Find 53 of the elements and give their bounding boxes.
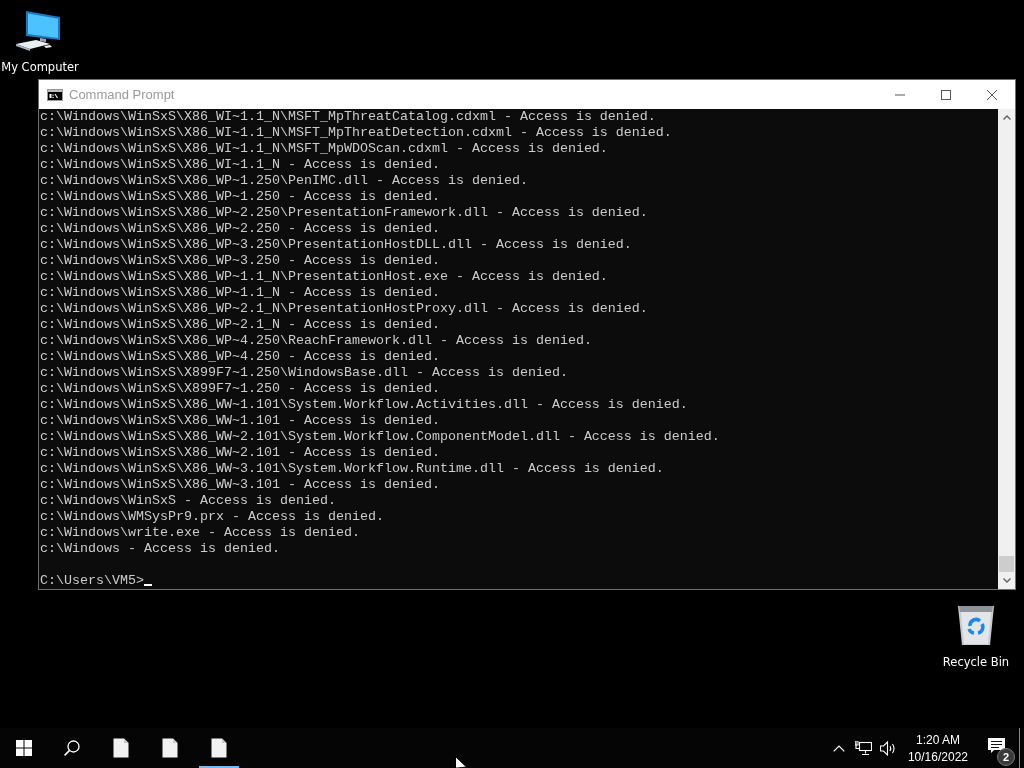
notification-icon xyxy=(987,738,1005,754)
notification-badge: 2 xyxy=(997,748,1015,766)
window-title: Command Prompt xyxy=(69,87,176,102)
console-line: c:\Windows\WinSxS\X86_WI~1.1_N\MSFT_MpThreatCatalog.cdxml - Access is denied. xyxy=(40,109,656,125)
console-line: c:\Windows\WinSxS\X899F7~1.250\WindowsBase.dll - Access is denied. xyxy=(40,365,568,381)
console-line: c:\Windows\WMSysPr9.prx - Access is denied. xyxy=(40,509,384,525)
scrollbar-thumb[interactable] xyxy=(999,556,1014,572)
action-center-button[interactable]: 2 xyxy=(974,728,1018,768)
network-icon xyxy=(854,740,872,756)
computer-icon xyxy=(16,11,60,51)
console-line: c:\Windows\WinSxS\X86_WW~2.101\System.Workflow.ComponentModel.dll - Access is denied. xyxy=(40,429,720,445)
desktop-shortcut[interactable]: Recycle Bin xyxy=(940,602,1012,669)
console-line: c:\Windows\WinSxS\X86_WP~2.250 - Access is denied. xyxy=(40,221,440,237)
console-line: c:\Windows\WinSxS - Access is denied. xyxy=(40,493,336,509)
console-line: c:\Windows\WinSxS\X86_WP~1.1_N - Access is denied. xyxy=(40,285,440,301)
console-line: c:\Windows\WinSxS\X86_WP~2.250\PresentationFramework.dll - Access is denied. xyxy=(40,205,648,221)
document-icon xyxy=(161,738,178,758)
console-line: c:\Windows\WinSxS\X86_WP~1.250\PenIMC.dll - Access is denied. xyxy=(40,173,528,189)
console-line: c:\Windows\WinSxS\X86_WW~1.101 - Access is denied. xyxy=(40,413,440,429)
console-line: c:\Windows\WinSxS\X86_WP~3.250 - Access is denied. xyxy=(40,253,440,269)
console-line: c:\Windows\WinSxS\X86_WW~3.101 - Access is denied. xyxy=(40,477,440,493)
console-icon xyxy=(47,88,63,101)
document-icon xyxy=(210,738,227,758)
console-line: c:\Windows\WinSxS\X86_WI~1.1_N\MSFT_MpWDOScan.cdxml - Access is denied. xyxy=(40,141,608,157)
console-line: c:\Windows\WinSxS\X86_WW~2.101 - Access is denied. xyxy=(40,445,440,461)
console-line: c:\Windows\WinSxS\X86_WP~2.1_N - Access is denied. xyxy=(40,317,440,333)
chevron-up-icon xyxy=(832,744,845,752)
console-line: c:\Windows\WinSxS\X86_WI~1.1_N - Access is denied. xyxy=(40,157,440,173)
windows-logo-icon xyxy=(16,740,32,756)
chevron-up-icon xyxy=(1002,115,1011,120)
text-cursor-icon xyxy=(144,584,152,586)
console-line: c:\Windows\WinSxS\X86_WW~3.101\System.Workflow.Runtime.dll - Access is denied. xyxy=(40,461,664,477)
search-icon xyxy=(64,740,80,756)
console-line: c:\Windows\WinSxS\X86_WP~2.1_N\PresentationHostProxy.dll - Access is denied. xyxy=(40,301,648,317)
console-line: c:\Windows\WinSxS\X86_WP~4.250\ReachFramework.dll - Access is denied. xyxy=(40,333,592,349)
desktop-shortcut[interactable]: My Computer xyxy=(0,11,80,74)
scrollbar[interactable] xyxy=(998,109,1015,589)
console-line: c:\Windows - Access is denied. xyxy=(40,541,280,557)
clock-button[interactable]: 1:20 AM 10/16/2022 xyxy=(899,728,974,768)
console-line: c:\Windows\WinSxS\X86_WP~1.1_N\PresentationHost.exe - Access is denied. xyxy=(40,269,608,285)
document-icon xyxy=(112,738,129,758)
console-line: c:\Windows\WinSxS\X899F7~1.250 - Access is denied. xyxy=(40,381,440,397)
maximize-icon xyxy=(941,89,951,100)
console-line: c:\Windows\WinSxS\X86_WP~4.250 - Access is denied. xyxy=(40,349,440,365)
chevron-down-icon xyxy=(1002,578,1011,583)
speaker-icon xyxy=(879,740,896,756)
console-line: c:\Windows\WinSxS\X86_WP~3.250\PresentationHostDLL.dll - Access is denied. xyxy=(40,237,632,253)
console-line: c:\Windows\WinSxS\X86_WI~1.1_N\MSFT_MpThreatDetection.cdxml - Access is denied. xyxy=(40,125,672,141)
console-line: c:\Windows\WinSxS\X86_WW~1.101\System.Workflow.Activities.dll - Access is denied. xyxy=(40,397,688,413)
close-icon xyxy=(987,89,997,100)
console-line: c:\Windows\WinSxS\X86_WP~1.250 - Access is denied. xyxy=(40,189,440,205)
command-prompt-text: C:\Users\VM5> xyxy=(40,573,144,589)
console-line: c:\Windows\write.exe - Access is denied. xyxy=(40,525,360,541)
